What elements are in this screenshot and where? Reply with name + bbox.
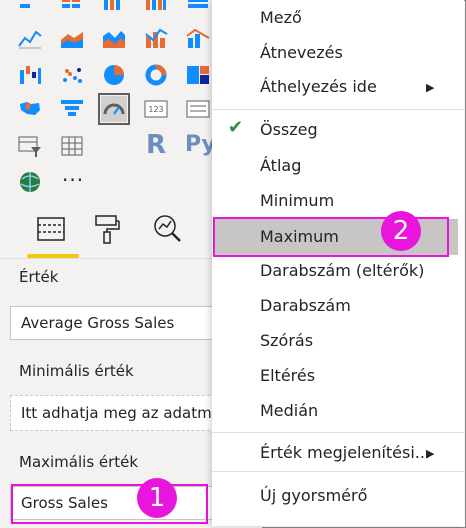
waterfall-chart-icon[interactable] <box>17 62 43 88</box>
treemap-icon[interactable] <box>185 62 211 88</box>
arcgis-map-icon[interactable] <box>17 169 43 195</box>
gauge-icon[interactable] <box>98 93 130 125</box>
funnel-icon[interactable] <box>59 96 85 122</box>
clustered-bar-chart-icon[interactable] <box>101 0 127 18</box>
menu-item-move-to[interactable]: Áthelyezés ide ▶ <box>212 70 464 104</box>
submenu-arrow-icon: ▶ <box>426 447 435 460</box>
menu-item-variance[interactable]: Eltérés <box>212 359 464 393</box>
menu-separator <box>212 471 464 472</box>
menu-item-std-dev[interactable]: Szórás <box>212 324 464 358</box>
multi-row-card-icon[interactable] <box>185 96 211 122</box>
format-tab-icon[interactable] <box>90 212 124 246</box>
donut-chart-icon[interactable] <box>143 62 169 88</box>
scatter-chart-icon[interactable] <box>59 62 85 88</box>
submenu-arrow-icon: ▶ <box>426 81 435 94</box>
r-visual-icon[interactable]: R <box>143 130 169 160</box>
menu-item-count[interactable]: Darabszám <box>212 289 464 323</box>
100-percent-bar-chart-icon[interactable] <box>185 0 211 18</box>
menu-item-median[interactable]: Medián <box>212 394 464 428</box>
min-well-label: Minimális érték <box>19 362 134 380</box>
line-and-column-chart-icon[interactable] <box>143 26 169 52</box>
stacked-area-chart-icon[interactable] <box>101 26 127 52</box>
callout-badge-2: 2 <box>381 211 421 251</box>
filled-map-icon[interactable] <box>17 96 43 122</box>
menu-separator <box>212 109 464 110</box>
stacked-column-chart-icon[interactable] <box>59 0 85 18</box>
menu-item-average[interactable]: Átlag <box>212 149 464 183</box>
more-visuals-icon[interactable]: ··· <box>62 168 84 192</box>
analytics-tab-icon[interactable] <box>150 212 184 246</box>
checkmark-icon: ✔ <box>228 117 244 138</box>
stacked-bar-chart-icon[interactable] <box>17 0 43 18</box>
menu-item-count-distinct[interactable]: Darabszám (eltérők) <box>212 254 464 288</box>
menu-separator <box>212 432 464 433</box>
slicer-icon[interactable] <box>17 133 43 159</box>
table-icon[interactable] <box>59 133 85 159</box>
python-visual-icon[interactable]: Py <box>185 132 216 159</box>
pie-chart-icon[interactable] <box>101 62 127 88</box>
area-chart-icon[interactable] <box>59 26 85 52</box>
context-menu: Mező Átnevezés Áthelyezés ide ▶ ✔ Összeg Á… <box>212 0 464 526</box>
clustered-column-chart-icon[interactable] <box>143 0 169 18</box>
menu-item-field[interactable]: Mező <box>212 1 464 35</box>
menu-item-sum[interactable]: ✔ Összeg <box>212 113 464 147</box>
value-well-label: Érték <box>19 268 59 286</box>
menu-item-rename[interactable]: Átnevezés <box>212 36 464 70</box>
line-chart-icon[interactable] <box>17 26 43 52</box>
menu-item-new-quick-measure[interactable]: Új gyorsmérő <box>212 479 464 513</box>
menu-item-minimum[interactable]: Minimum <box>212 184 464 218</box>
callout-highlight-max-field <box>11 484 208 524</box>
max-well-label: Maximális érték <box>19 453 139 471</box>
svg-text:123: 123 <box>148 105 163 114</box>
card-icon[interactable]: 123 <box>143 96 169 122</box>
line-and-stacked-column-chart-icon[interactable] <box>185 26 211 52</box>
value-field-name: Average Gross Sales <box>21 314 175 332</box>
callout-badge-1: 1 <box>137 478 177 518</box>
fields-tab-icon[interactable] <box>35 212 69 246</box>
menu-item-show-value-as[interactable]: Érték megjelenítési... ▶ <box>212 436 464 470</box>
